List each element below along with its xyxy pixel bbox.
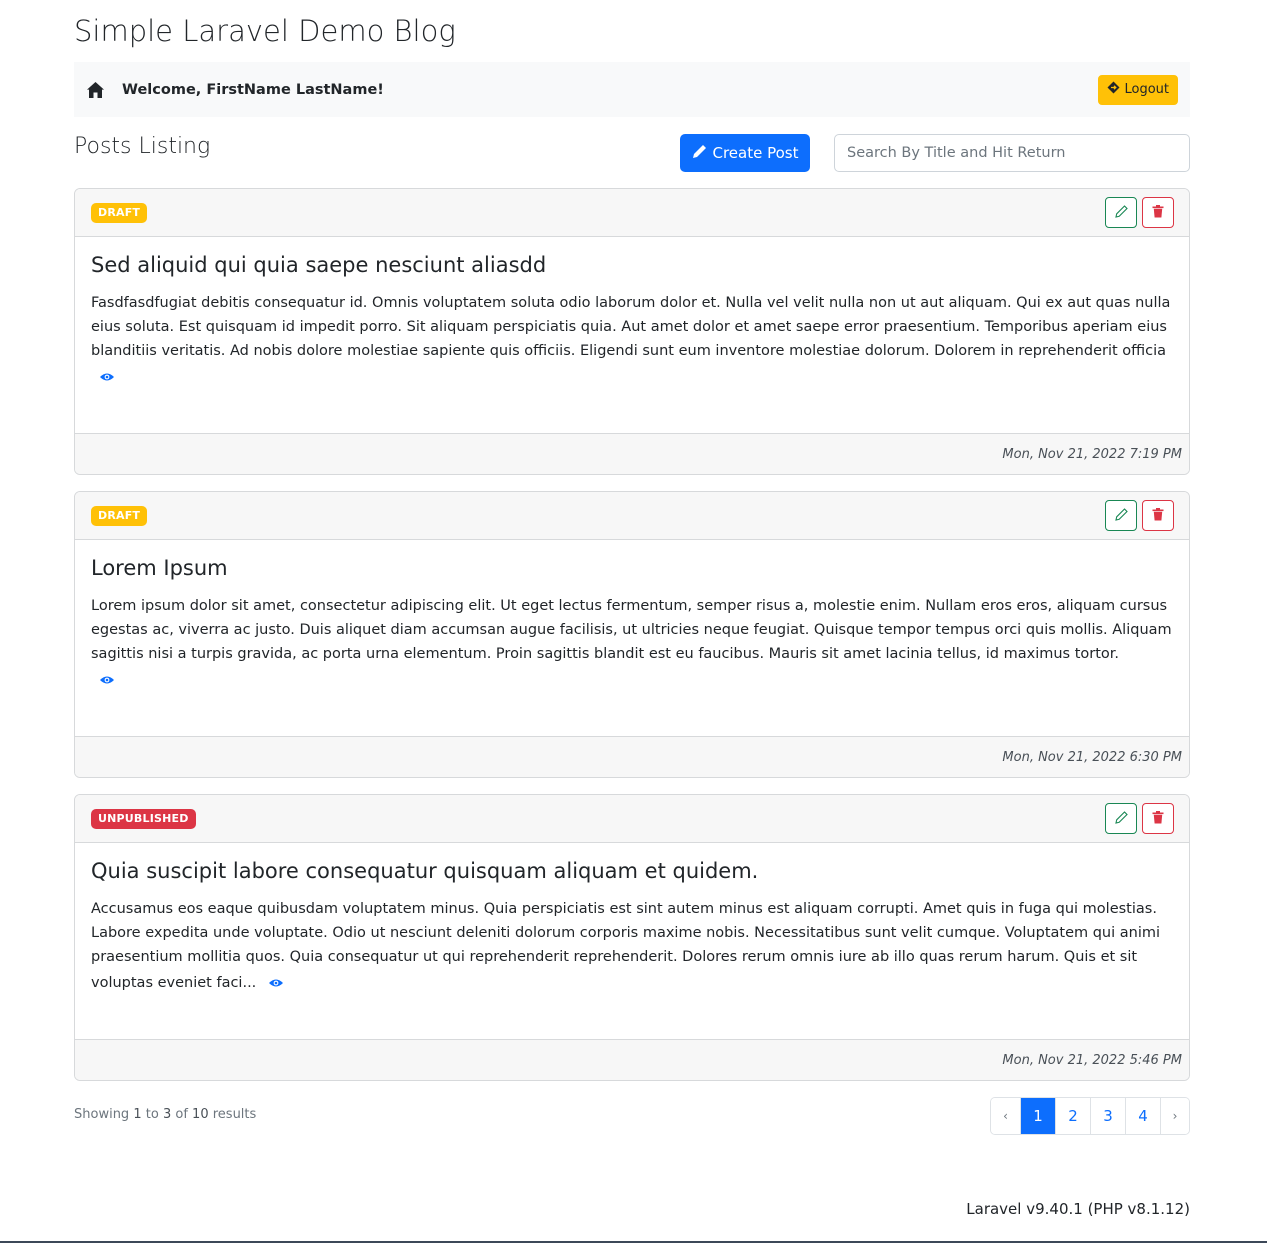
eye-icon[interactable] [268,978,284,988]
version-footer: Laravel v9.40.1 (PHP v8.1.12) [966,1200,1190,1218]
pencil-icon [1114,810,1128,827]
post-card: UNPUBLISHED Quia suscipit labore consequ… [74,794,1190,1081]
results-to: 3 [162,1107,172,1122]
post-card-header: UNPUBLISHED [75,795,1189,843]
trash-icon [1152,507,1164,524]
post-date: Mon, Nov 21, 2022 7:19 PM [75,433,1189,474]
edit-post-button[interactable] [1105,197,1137,228]
status-badge: DRAFT [91,505,148,526]
pencil-icon [1114,507,1128,524]
welcome-message: Welcome, FirstName LastName! [122,81,384,98]
post-title[interactable]: Sed aliquid qui quia saepe nesciunt alia… [91,253,1173,277]
post-card: DRAFT Sed aliquid qui quia saepe nesciun… [74,188,1190,475]
post-card-header: DRAFT [75,189,1189,237]
delete-post-button[interactable] [1142,197,1174,228]
trash-icon [1152,810,1164,827]
delete-post-button[interactable] [1142,803,1174,834]
status-badge: DRAFT [91,202,148,223]
results-summary: Showing 1 to 3 of 10 results [74,1107,256,1122]
view-line [91,666,1173,694]
post-excerpt: Accusamus eos eaque quibusdam voluptatem… [91,901,1161,965]
showing-prefix: Showing [74,1107,130,1122]
post-actions [1105,500,1174,531]
page-1-button[interactable]: 1 [1020,1098,1055,1134]
of-word: of [175,1107,188,1122]
post-card-body: Lorem Ipsum Lorem ipsum dolor sit amet, … [75,540,1189,736]
logout-button[interactable]: Logout [1098,74,1178,105]
create-post-button[interactable]: Create Post [680,134,810,172]
view-line: voluptas eveniet faci... [91,969,1173,997]
create-post-label: Create Post [712,144,799,162]
post-card: DRAFT Lorem Ipsum Lorem ipsum dolor sit … [74,491,1190,778]
page-3-button[interactable]: 3 [1090,1098,1125,1134]
post-excerpt: Lorem ipsum dolor sit amet, consectetur … [91,598,1172,662]
logout-label: Logout [1124,82,1169,97]
eye-icon[interactable] [99,675,115,685]
edit-post-button[interactable] [1105,500,1137,531]
post-actions [1105,803,1174,834]
post-excerpt-tail: voluptas eveniet faci... [91,975,257,991]
home-icon[interactable] [86,80,106,100]
view-line [91,363,1173,391]
post-date: Mon, Nov 21, 2022 6:30 PM [75,736,1189,777]
pagination: ‹ 1 2 3 4 › [990,1097,1190,1135]
next-page-button[interactable]: › [1160,1098,1189,1134]
page-2-button[interactable]: 2 [1055,1098,1090,1134]
edit-post-button[interactable] [1105,803,1137,834]
results-word: results [212,1107,257,1122]
post-excerpt: Fasdfasdfugiat debitis consequatur id. O… [91,295,1171,359]
pencil-icon [1114,204,1128,221]
results-total: 10 [192,1107,209,1122]
posts-listing-heading: Posts Listing [74,134,211,159]
eye-icon[interactable] [99,372,115,382]
post-card-body: Sed aliquid qui quia saepe nesciunt alia… [75,237,1189,433]
post-card-header: DRAFT [75,492,1189,540]
trash-icon [1152,204,1164,221]
prev-page-button[interactable]: ‹ [991,1098,1020,1134]
post-card-body: Quia suscipit labore consequatur quisqua… [75,843,1189,1039]
logout-icon [1107,81,1120,98]
navbar: Welcome, FirstName LastName! Logout [74,62,1190,117]
search-input[interactable] [834,134,1190,172]
delete-post-button[interactable] [1142,500,1174,531]
page-4-button[interactable]: 4 [1125,1098,1160,1134]
pencil-icon [692,144,707,163]
post-title[interactable]: Lorem Ipsum [91,556,1173,580]
results-from: 1 [133,1107,142,1122]
status-badge: UNPUBLISHED [91,808,196,829]
to-word: to [145,1107,159,1122]
post-title[interactable]: Quia suscipit labore consequatur quisqua… [91,859,1173,883]
post-date: Mon, Nov 21, 2022 5:46 PM [75,1039,1189,1080]
site-title: Simple Laravel Demo Blog [74,14,456,48]
post-actions [1105,197,1174,228]
